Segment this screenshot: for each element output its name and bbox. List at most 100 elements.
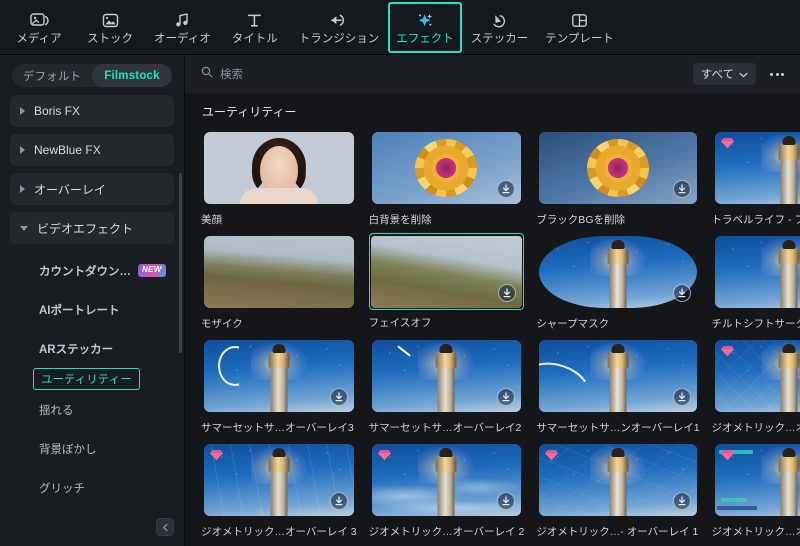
segment-default[interactable]: デフォルト — [12, 64, 92, 87]
effect-caption: サマーセットサ…オーバーレイ3 — [201, 422, 354, 434]
category-group-4[interactable]: ビデオエフェクト — [10, 212, 174, 244]
category-group-2[interactable]: NewBlue FX — [10, 134, 174, 166]
download-icon[interactable] — [329, 492, 348, 510]
effect-preview-image — [714, 132, 800, 204]
effect-card[interactable]: 美顔 — [201, 129, 357, 233]
chevron-down-icon — [20, 225, 28, 231]
effect-thumbnail[interactable] — [201, 129, 357, 207]
effect-thumbnail[interactable] — [712, 337, 800, 415]
effect-caption: サマーセットサ…オーバーレイ2 — [368, 422, 522, 434]
more-horizontal-icon[interactable] — [768, 67, 786, 82]
main-body: デフォルト Filmstock Boris FX NewBlue FX オーバーレイ… — [0, 55, 800, 546]
effect-thumbnail[interactable] — [536, 233, 699, 311]
sidebar-sub-item-6[interactable]: 背景ぼかし — [10, 429, 174, 468]
chevron-right-icon — [20, 185, 25, 193]
audio-icon — [173, 9, 192, 31]
nav-tab-4[interactable]: タイトル — [220, 2, 290, 53]
left-sidebar: デフォルト Filmstock Boris FX NewBlue FX オーバーレイ… — [0, 55, 185, 546]
effect-card[interactable]: ジオメトリック…オーバーレイ 2 — [369, 441, 525, 545]
nav-tab-label: ストック — [87, 33, 133, 46]
sidebar-sub-item-3[interactable]: ARステッカー — [10, 329, 174, 368]
nav-tab-6[interactable]: エフェクト — [388, 1, 462, 53]
effect-icon — [414, 9, 435, 31]
category-group-3[interactable]: オーバーレイ — [10, 173, 174, 205]
effect-card[interactable]: ジオメトリック…オーバーレイ 4 — [712, 337, 800, 441]
effect-preview-image — [371, 132, 522, 204]
effect-caption: ジオメトリック…オーバーレイ 4 — [711, 526, 800, 538]
download-icon[interactable] — [672, 180, 691, 198]
source-toggle: デフォルト Filmstock — [0, 55, 184, 95]
search-input[interactable]: 検索 — [201, 65, 693, 83]
nav-tab-5[interactable]: トランジション — [291, 2, 388, 53]
effect-card[interactable]: フェイスオフ — [368, 233, 525, 337]
sidebar-sub-item-label: ARステッカー — [39, 343, 114, 356]
filter-all-button[interactable]: すべて — [692, 63, 756, 85]
nav-tab-3[interactable]: オーディオ — [146, 2, 219, 53]
effect-card[interactable]: モザイク — [201, 233, 357, 337]
effect-card[interactable]: ジオメトリック…オーバーレイ 4 — [712, 441, 800, 545]
effect-preview-image — [371, 444, 522, 516]
effect-preview-image — [204, 444, 354, 516]
effect-thumbnail[interactable] — [536, 337, 699, 415]
effect-thumbnail[interactable] — [712, 441, 800, 519]
chevron-left-icon[interactable] — [156, 518, 174, 536]
sidebar-scrollbar[interactable] — [179, 173, 182, 353]
search-placeholder: 検索 — [220, 69, 243, 81]
effect-thumbnail[interactable] — [369, 441, 525, 519]
app-window: メディア ストック オーディオ タイトル トランジション エフェクト ステッカー テンプレート… — [0, 0, 800, 546]
category-list[interactable]: Boris FX NewBlue FX オーバーレイ ビデオエフェクトカウントダウン…… — [0, 95, 184, 546]
effect-card[interactable]: サマーセットサ…ンオーバーレイ1 — [536, 337, 700, 441]
effect-thumbnail[interactable] — [201, 233, 357, 311]
nav-tab-label: オーディオ — [154, 33, 211, 46]
category-group-label: Boris FX — [34, 104, 81, 118]
content-toolbar: 検索 すべて — [185, 55, 800, 93]
effect-card[interactable]: サマーセットサ…オーバーレイ2 — [369, 337, 525, 441]
nav-tab-1[interactable]: メディア — [4, 2, 74, 53]
download-icon[interactable] — [329, 388, 348, 406]
premium-gem-icon — [377, 448, 392, 461]
premium-gem-icon — [720, 448, 735, 461]
effect-thumbnail[interactable] — [201, 337, 357, 415]
segment-filmstock[interactable]: Filmstock — [92, 64, 172, 87]
sidebar-sub-item-5[interactable]: 揺れる — [10, 390, 174, 429]
effect-card[interactable]: ジオメトリック…- オーバーレイ 1 — [536, 441, 699, 545]
effect-preview-image — [371, 235, 522, 308]
sidebar-sub-item-2[interactable]: AIポートレート — [10, 290, 174, 329]
premium-gem-icon — [544, 448, 559, 461]
effect-card[interactable]: ジオメトリック…オーバーレイ 3 — [201, 441, 357, 545]
effects-grid: 美顔 白背景を削除 ブラックBGを削除 トラベルライフ - フィルターモザイク フェイス… — [201, 129, 800, 545]
download-icon[interactable] — [672, 284, 691, 302]
effect-thumbnail[interactable] — [369, 337, 525, 415]
nav-tab-7[interactable]: ステッカー — [463, 2, 537, 53]
download-icon[interactable] — [497, 283, 516, 302]
nav-tab-label: トランジション — [298, 33, 380, 46]
effect-card[interactable]: サマーセットサ…オーバーレイ3 — [201, 337, 357, 441]
effect-caption: ジオメトリック…オーバーレイ 4 — [711, 422, 800, 434]
nav-tab-label: メディア — [16, 33, 62, 46]
effect-card[interactable]: シャープマスク — [536, 233, 699, 337]
effect-card[interactable]: チルトシフトサークル — [712, 233, 800, 337]
effect-card[interactable]: 白背景を削除 — [369, 129, 525, 233]
sidebar-sub-item-label: グリッチ — [39, 482, 85, 495]
download-icon[interactable] — [672, 388, 691, 406]
effect-thumbnail[interactable] — [536, 441, 699, 519]
effect-thumbnail[interactable] — [536, 129, 699, 207]
effect-thumbnail[interactable] — [201, 441, 357, 519]
nav-tab-label: テンプレート — [545, 33, 614, 46]
nav-tab-8[interactable]: テンプレート — [537, 2, 622, 53]
effect-card[interactable]: トラベルライフ - フィルター — [712, 129, 800, 233]
effect-thumbnail[interactable] — [712, 233, 800, 311]
chevron-down-icon — [739, 65, 748, 83]
sidebar-sub-item-1[interactable]: カウントダウン… NEW — [10, 251, 174, 290]
sidebar-sub-item-4[interactable]: ユーティリティー — [33, 368, 140, 390]
download-icon[interactable] — [672, 492, 691, 510]
effect-caption: チルトシフトサークル — [711, 318, 800, 330]
effect-thumbnail[interactable] — [712, 129, 800, 207]
sidebar-sub-item-7[interactable]: グリッチ — [10, 468, 174, 507]
effect-preview-image — [371, 340, 522, 412]
nav-tab-2[interactable]: ストック — [75, 2, 145, 53]
effect-thumbnail[interactable] — [369, 129, 525, 207]
effect-card[interactable]: ブラックBGを削除 — [536, 129, 699, 233]
category-group-1[interactable]: Boris FX — [10, 95, 174, 127]
effect-thumbnail[interactable] — [368, 233, 525, 310]
